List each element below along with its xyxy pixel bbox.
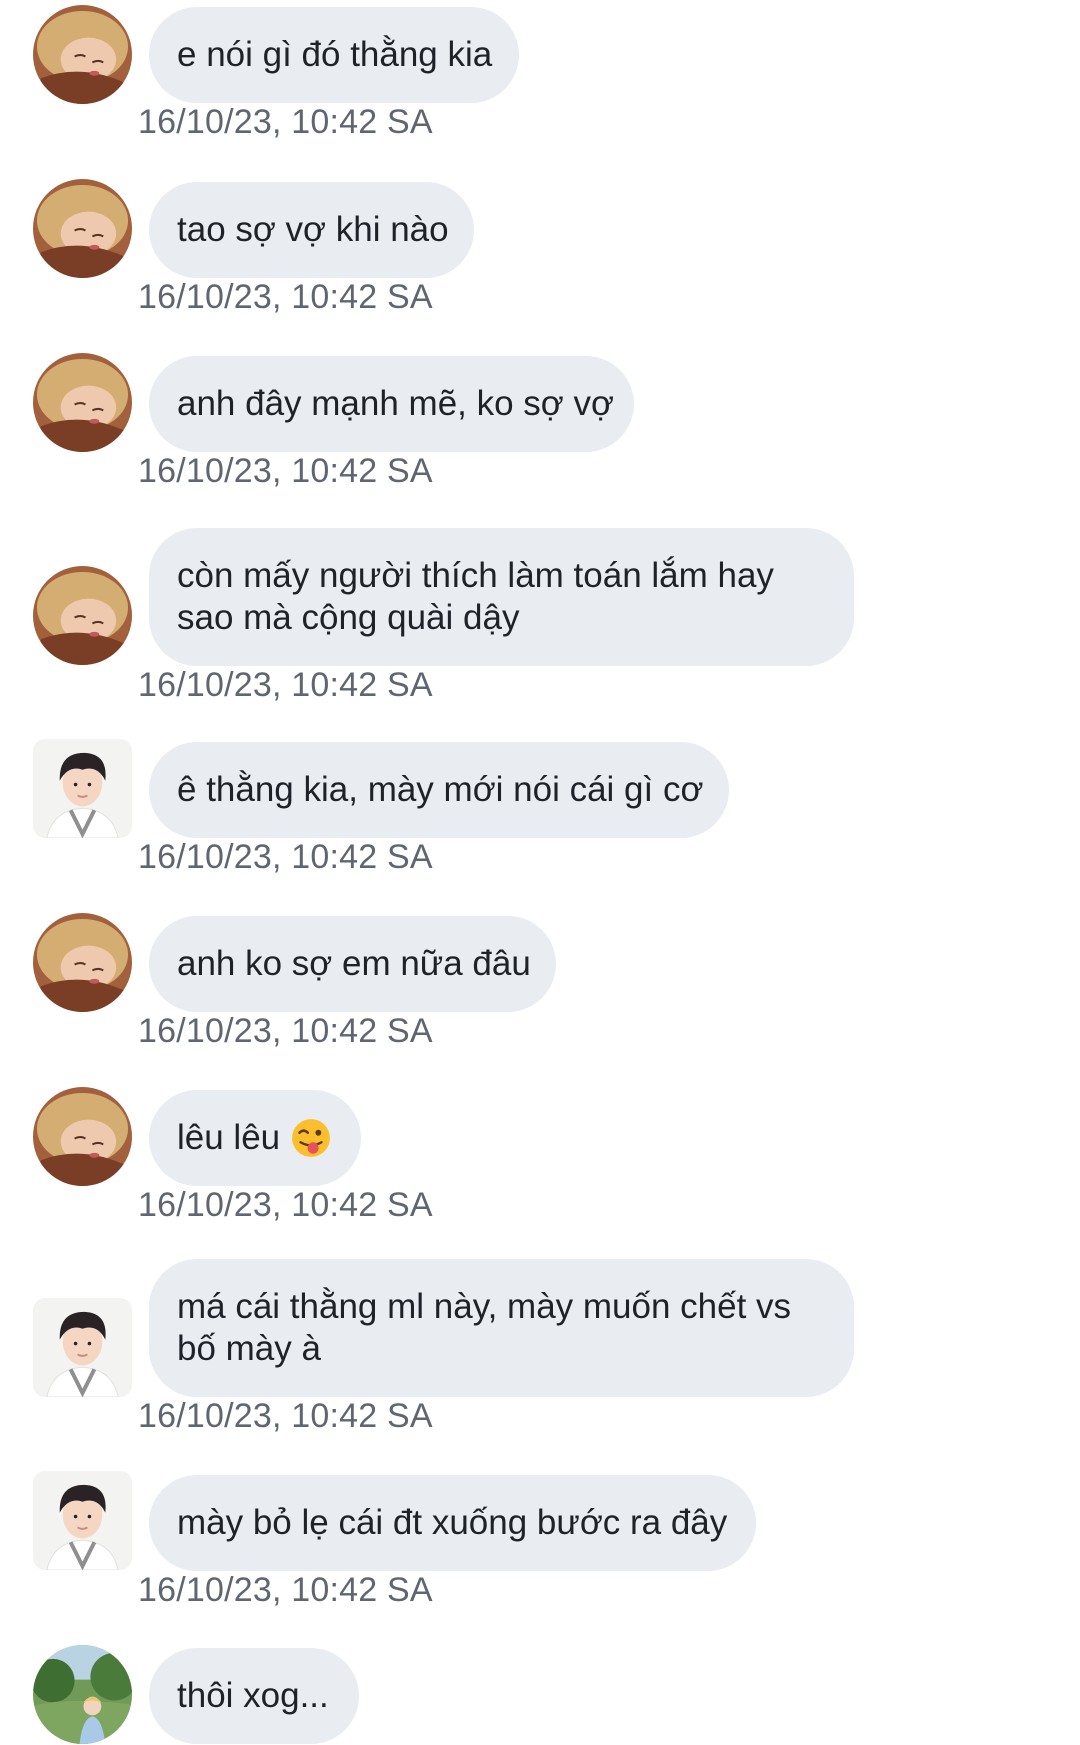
avatar-girl-icon[interactable] (33, 5, 132, 104)
message-timestamp: 16/10/23, 10:42 SA (138, 1571, 433, 1609)
message-bubble[interactable]: e nói gì đó thằng kia (149, 7, 519, 103)
message-bubble[interactable]: ê thằng kia, mày mới nói cái gì cơ (149, 742, 729, 838)
message-bubble[interactable]: lêu lêu (149, 1090, 361, 1186)
message-text: e nói gì đó thằng kia (177, 35, 493, 74)
avatar-boy-icon[interactable] (33, 1298, 132, 1397)
message-timestamp: 16/10/23, 10:42 SA (138, 452, 433, 490)
message-text-line: má cái thằng ml này, mày muốn chết vs (177, 1287, 792, 1326)
winking-face-with-tongue-icon (292, 1119, 331, 1157)
message-timestamp: 16/10/23, 10:42 SA (138, 278, 433, 316)
message-text: ê thằng kia, mày mới nói cái gì cơ (177, 770, 704, 809)
message-timestamp: 16/10/23, 10:42 SA (138, 1012, 433, 1050)
chat-thread[interactable]: e nói gì đó thằng kia 16/10/23, 10:42 SA… (0, 0, 1080, 1745)
message-text: thôi xog... (177, 1676, 329, 1715)
message-timestamp: 16/10/23, 10:42 SA (138, 1186, 433, 1224)
avatar-girl-icon[interactable] (33, 353, 132, 452)
message-bubble[interactable]: còn mấy người thích làm toán lắm hay sao… (149, 528, 854, 666)
avatar-girl-icon[interactable] (33, 566, 132, 665)
message-bubble[interactable]: tao sợ vợ khi nào (149, 182, 474, 278)
avatar-girl-icon[interactable] (33, 913, 132, 1012)
message-bubble[interactable]: anh đây mạnh mẽ, ko sợ vợ (149, 356, 634, 452)
message-text: tao sợ vợ khi nào (177, 210, 449, 249)
message-text-line: còn mấy người thích làm toán lắm hay (177, 556, 774, 595)
avatar-boy-icon[interactable] (33, 739, 132, 838)
message-text: anh ko sợ em nữa đâu (177, 944, 531, 983)
message-timestamp: 16/10/23, 10:42 SA (138, 1397, 433, 1435)
message-text-line: bố mày à (177, 1329, 321, 1368)
message-text-line: sao mà cộng quài dậy (177, 598, 520, 637)
message-timestamp: 16/10/23, 10:42 SA (138, 666, 433, 704)
message-timestamp: 16/10/23, 10:42 SA (138, 103, 433, 141)
avatar-boy-icon[interactable] (33, 1471, 132, 1570)
avatar-outdoor-icon[interactable] (33, 1645, 132, 1744)
message-timestamp: 16/10/23, 10:42 SA (138, 838, 433, 876)
message-text: lêu lêu (177, 1118, 281, 1157)
avatar-girl-icon[interactable] (33, 1087, 132, 1186)
avatar-girl-icon[interactable] (33, 179, 132, 278)
message-bubble[interactable]: thôi xog... (149, 1648, 359, 1744)
message-text: mày bỏ lẹ cái đt xuống bước ra đây (177, 1503, 728, 1542)
message-bubble[interactable]: mày bỏ lẹ cái đt xuống bước ra đây (149, 1475, 756, 1571)
message-text: anh đây mạnh mẽ, ko sợ vợ (177, 384, 614, 423)
message-bubble[interactable]: anh ko sợ em nữa đâu (149, 916, 556, 1012)
message-bubble[interactable]: má cái thằng ml này, mày muốn chết vs bố… (149, 1259, 854, 1397)
